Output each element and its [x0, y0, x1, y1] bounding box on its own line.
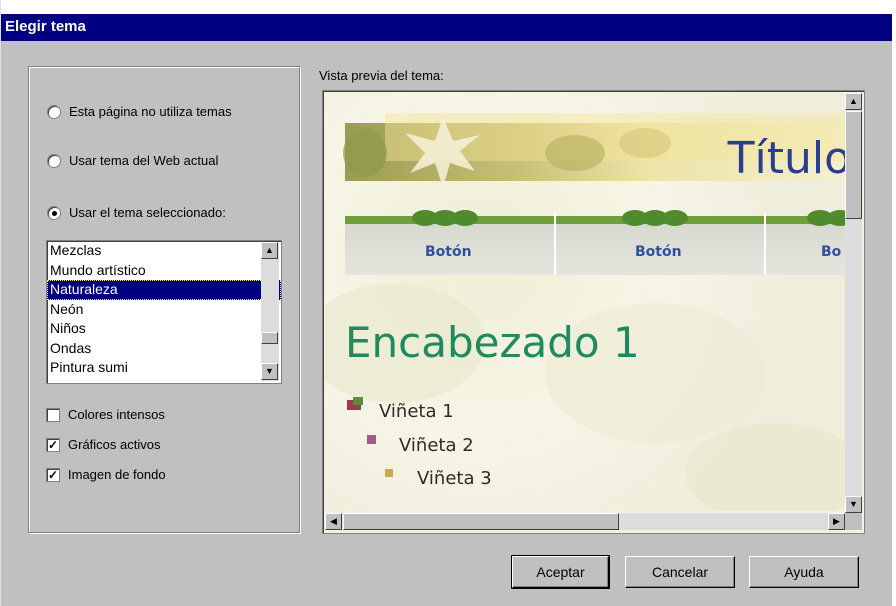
preview-bullet-1: Viñeta 1: [379, 401, 454, 422]
radio-current-web-theme-label: Usar tema del Web actual: [69, 153, 219, 168]
scroll-thumb[interactable]: [343, 513, 619, 530]
title-bar[interactable]: Elegir tema: [1, 14, 892, 41]
radio-selected-theme-label: Usar el tema seleccionado:: [69, 205, 226, 220]
preview-vertical-scrollbar[interactable]: ▲ ▼: [845, 93, 862, 513]
ok-button[interactable]: Aceptar: [511, 555, 610, 589]
list-item-selected[interactable]: Naturaleza: [47, 280, 281, 300]
scroll-corner: [845, 513, 862, 530]
scroll-up-button[interactable]: ▲: [845, 93, 862, 110]
banner-leaf-shape: [343, 129, 387, 177]
banner-leaf-shape: [545, 135, 605, 171]
radio-current-web-theme-indicator[interactable]: [47, 153, 61, 168]
list-item[interactable]: Mundo artístico: [47, 261, 281, 281]
bullet-2-icon: [367, 435, 376, 444]
list-item[interactable]: Pintura sumi: [47, 358, 281, 378]
radio-current-web-theme[interactable]: Usar tema del Web actual: [47, 153, 218, 168]
scroll-thumb[interactable]: [261, 332, 278, 344]
nav-bar: [345, 218, 845, 275]
dialog-title: Elegir tema: [5, 18, 86, 35]
help-button[interactable]: Ayuda: [749, 556, 859, 588]
checkbox-background-image[interactable]: ✓ Imagen de fondo: [46, 467, 166, 482]
list-item[interactable]: Ondas: [47, 339, 281, 359]
scroll-thumb[interactable]: [845, 111, 862, 219]
list-item[interactable]: Mezclas: [47, 241, 281, 261]
scroll-down-button[interactable]: ▼: [845, 496, 862, 513]
preview-label: Vista previa del tema:: [319, 68, 444, 83]
radio-no-theme-label: Esta página no utiliza temas: [69, 104, 232, 119]
checkbox-vivid-colors-label: Colores intensos: [68, 407, 165, 422]
bullet-1-leaf-icon: [353, 397, 363, 405]
checkbox-vivid-colors-box[interactable]: [46, 407, 60, 422]
list-item[interactable]: Niños: [47, 319, 281, 339]
scroll-right-button[interactable]: ▶: [828, 513, 845, 530]
checkbox-background-image-box[interactable]: ✓: [46, 467, 60, 482]
preview-nav-button-3: Bo: [821, 244, 842, 260]
preview-bullet-2: Viñeta 2: [399, 435, 474, 456]
checkbox-active-graphics[interactable]: ✓ Gráficos activos: [46, 437, 160, 452]
preview-nav-button-1: Botón: [425, 244, 472, 260]
preview-banner-title: Título: [727, 133, 845, 184]
scroll-left-button[interactable]: ◀: [325, 513, 342, 530]
banner-leaf-shape: [619, 128, 671, 158]
list-item[interactable]: Neón: [47, 300, 281, 320]
top-strip: [1, 0, 892, 14]
leaf-icon: [452, 210, 478, 226]
preview-canvas: Título Botón Botón Bo Encabezado 1 Viñet…: [325, 93, 845, 511]
theme-list[interactable]: Mezclas Mundo artístico Naturaleza Neón …: [46, 240, 282, 384]
preview-horizontal-scrollbar[interactable]: ◀ ▶: [325, 513, 845, 530]
preview-heading: Encabezado 1: [345, 318, 640, 367]
choose-theme-dialog: Elegir tema Esta página no utiliza temas…: [0, 0, 892, 606]
leaf-icon: [662, 210, 688, 226]
checkbox-background-image-label: Imagen de fondo: [68, 467, 166, 482]
theme-list-scrollbar[interactable]: ▲ ▼: [261, 242, 279, 381]
checkbox-active-graphics-box[interactable]: ✓: [46, 437, 60, 452]
cancel-button[interactable]: Cancelar: [625, 556, 735, 588]
radio-selected-theme-indicator[interactable]: [47, 205, 61, 220]
preview-bullet-3: Viñeta 3: [417, 468, 492, 489]
bg-leaf-shape: [685, 423, 845, 511]
scroll-up-button[interactable]: ▲: [261, 242, 278, 259]
theme-preview: Título Botón Botón Bo Encabezado 1 Viñet…: [322, 90, 865, 534]
preview-nav-button-2: Botón: [635, 244, 682, 260]
checkbox-active-graphics-label: Gráficos activos: [68, 437, 161, 452]
scroll-down-button[interactable]: ▼: [261, 363, 278, 380]
checkbox-vivid-colors[interactable]: Colores intensos: [46, 407, 165, 422]
radio-no-theme-indicator[interactable]: [47, 104, 61, 119]
radio-selected-theme[interactable]: Usar el tema seleccionado:: [47, 205, 226, 220]
radio-no-theme[interactable]: Esta página no utiliza temas: [47, 104, 232, 119]
bullet-3-icon: [385, 469, 393, 477]
